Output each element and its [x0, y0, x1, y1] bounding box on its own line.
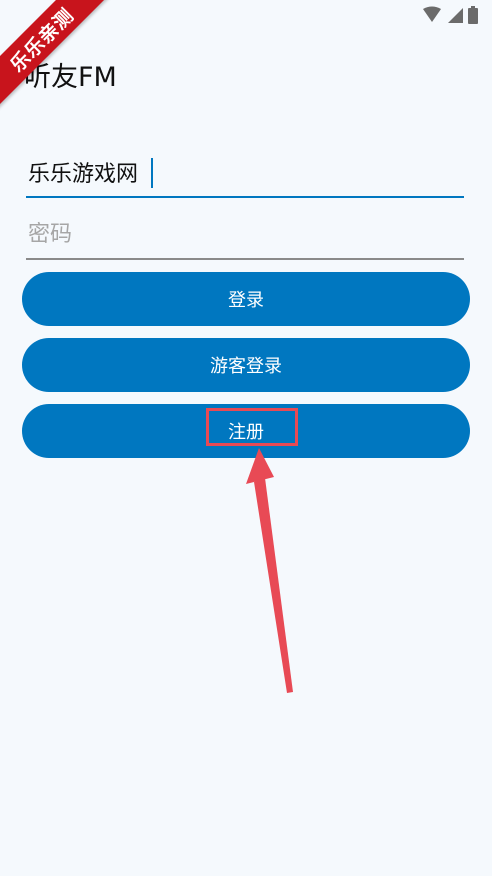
wifi-icon: [423, 6, 441, 22]
password-input[interactable]: [26, 214, 464, 254]
status-icons: [422, 6, 478, 24]
guest-login-button[interactable]: 游客登录: [22, 338, 470, 392]
battery-icon: [468, 6, 478, 24]
username-field[interactable]: [26, 152, 464, 198]
register-button[interactable]: 注册: [22, 404, 470, 458]
password-field[interactable]: [26, 214, 464, 260]
login-button[interactable]: 登录: [22, 272, 470, 326]
text-cursor: [151, 158, 153, 188]
signal-icon: [448, 8, 463, 23]
username-input[interactable]: [26, 152, 464, 192]
